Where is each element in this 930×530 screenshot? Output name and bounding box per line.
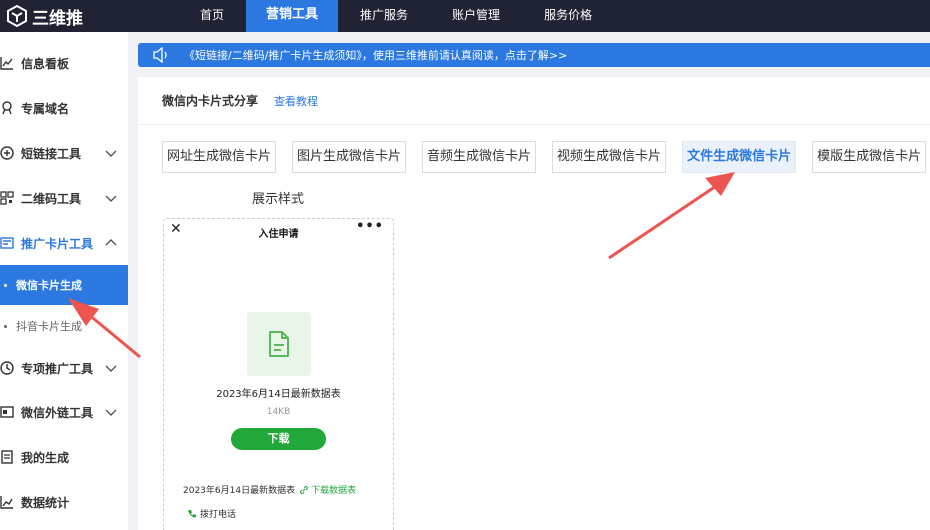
chevron-down-icon	[105, 195, 117, 202]
file-icon	[1, 450, 13, 464]
footer-download-link: 下载数据表	[299, 483, 356, 496]
panel-header: 微信内卡片式分享 查看教程	[138, 77, 930, 125]
phone-titlebar: ✕ 入住申请 •••	[164, 219, 393, 243]
sidebar-item-my-generated[interactable]: 我的生成	[0, 435, 128, 479]
footer-file-row: 2023年6月14日最新数据表 下载数据表	[183, 483, 356, 496]
phone-icon	[188, 509, 196, 517]
nav-home[interactable]: 首页	[178, 0, 246, 32]
sidebar-item-promo-card[interactable]: 推广卡片工具	[0, 221, 128, 265]
domain-icon	[2, 101, 12, 115]
sidebar-item-special-promo[interactable]: 专项推广工具	[0, 346, 128, 390]
sidebar-item-label: 我的生成	[21, 450, 70, 465]
tab-url-card[interactable]: 网址生成微信卡片	[162, 141, 277, 173]
sidebar-subitem-label: 微信卡片生成	[16, 279, 82, 292]
sidebar-item-label: 数据统计	[21, 495, 70, 510]
call-row: 拨打电话	[187, 507, 236, 520]
footer-download-label: 下载数据表	[311, 486, 357, 496]
tab-image-card[interactable]: 图片生成微信卡片	[292, 141, 407, 173]
chart-icon	[0, 57, 13, 70]
sidebar-item-statistics[interactable]: 数据统计	[0, 480, 128, 524]
tutorial-link[interactable]: 查看教程	[274, 93, 318, 109]
sidebar-item-domain[interactable]: 专属域名	[0, 86, 128, 130]
nav-marketing-tools[interactable]: 营销工具	[246, 0, 339, 32]
sidebar-item-label: 专属域名	[21, 101, 70, 116]
wechat-link-icon	[0, 406, 14, 418]
tab-audio-card[interactable]: 音频生成微信卡片	[422, 141, 537, 173]
call-label: 拨打电话	[200, 510, 237, 520]
stats-icon	[0, 496, 13, 509]
speaker-icon	[153, 47, 167, 63]
sidebar-item-label: 专项推广工具	[21, 361, 94, 376]
document-icon	[269, 331, 289, 357]
main-panel: 微信内卡片式分享 查看教程 网址生成微信卡片 图片生成微信卡片 音频生成微信卡片…	[138, 77, 930, 530]
promo-icon	[0, 361, 14, 375]
nav-pricing[interactable]: 服务价格	[522, 0, 614, 32]
page-title: 微信内卡片式分享	[162, 94, 259, 108]
link-icon	[300, 485, 309, 494]
sidebar-item-short-link[interactable]: 短链接工具	[0, 131, 128, 175]
link-icon	[0, 146, 14, 160]
bullet-dot	[4, 283, 7, 287]
tab-video-card[interactable]: 视频生成微信卡片	[552, 141, 667, 173]
card-icon	[0, 237, 14, 249]
chevron-up-icon	[105, 239, 117, 246]
tab-file-card[interactable]: 文件生成微信卡片	[682, 141, 797, 173]
bullet-dot	[4, 324, 7, 328]
sidebar-item-label: 微信外链工具	[21, 405, 94, 420]
footer-file-name: 2023年6月14日最新数据表	[183, 486, 296, 496]
chevron-down-icon	[105, 409, 117, 416]
sidebar-item-qrcode[interactable]: 二维码工具	[0, 176, 128, 220]
card-type-tabs: 网址生成微信卡片 图片生成微信卡片 音频生成微信卡片 视频生成微信卡片 文件生成…	[162, 141, 930, 173]
qrcode-icon	[0, 191, 14, 205]
phone-preview: ✕ 入住申请 ••• 2023年6月14日最新数据表 14KB 下载 2023年…	[163, 218, 394, 530]
file-name: 2023年6月14日最新数据表	[216, 389, 341, 400]
top-navbar: 三维推 首页 营销工具 推广服务 账户管理 服务价格	[0, 0, 930, 32]
notice-text[interactable]: 《短链接/二维码/推广卡片生成须知》，使用三维推前请认真阅读，点击了解>>	[184, 47, 567, 63]
sidebar-item-wechat-link[interactable]: 微信外链工具	[0, 390, 128, 434]
notice-bar[interactable]: 《短链接/二维码/推广卡片生成须知》，使用三维推前请认真阅读，点击了解>>	[138, 43, 930, 67]
tab-template-card[interactable]: 模版生成微信卡片	[812, 141, 927, 173]
brand-logo[interactable]: 三维推	[0, 4, 160, 29]
sidebar-subitem-wechat-card[interactable]: 微信卡片生成	[0, 265, 128, 305]
sidebar-item-label: 短链接工具	[21, 146, 82, 161]
sidebar-subitem-douyin-card[interactable]: 抖音卡片生成	[0, 306, 128, 346]
sidebar-item-label: 信息看板	[21, 56, 70, 71]
sidebar-item-label: 推广卡片工具	[21, 236, 94, 251]
sidebar-item-dashboard[interactable]: 信息看板	[0, 41, 128, 85]
download-button: 下载	[231, 428, 326, 450]
more-icon: •••	[356, 219, 384, 234]
sidebar-subitem-label: 抖音卡片生成	[16, 320, 82, 333]
nav-account-management[interactable]: 账户管理	[430, 0, 522, 32]
main-nav: 首页 营销工具 推广服务 账户管理 服务价格	[178, 0, 614, 32]
chevron-down-icon	[105, 150, 117, 157]
brand-name: 三维推	[32, 8, 83, 29]
file-size: 14KB	[266, 407, 291, 417]
preview-heading: 展示样式	[252, 192, 305, 207]
sidebar: 信息看板 专属域名 短链接工具 二维码工具 推广卡片工具 微信卡片生成 抖音卡片…	[0, 32, 128, 530]
chevron-down-icon	[105, 365, 117, 372]
sidebar-item-label: 二维码工具	[21, 191, 82, 206]
nav-promotion-service[interactable]: 推广服务	[338, 0, 430, 32]
logo-cube-icon	[7, 5, 27, 27]
file-thumbnail	[247, 312, 311, 376]
